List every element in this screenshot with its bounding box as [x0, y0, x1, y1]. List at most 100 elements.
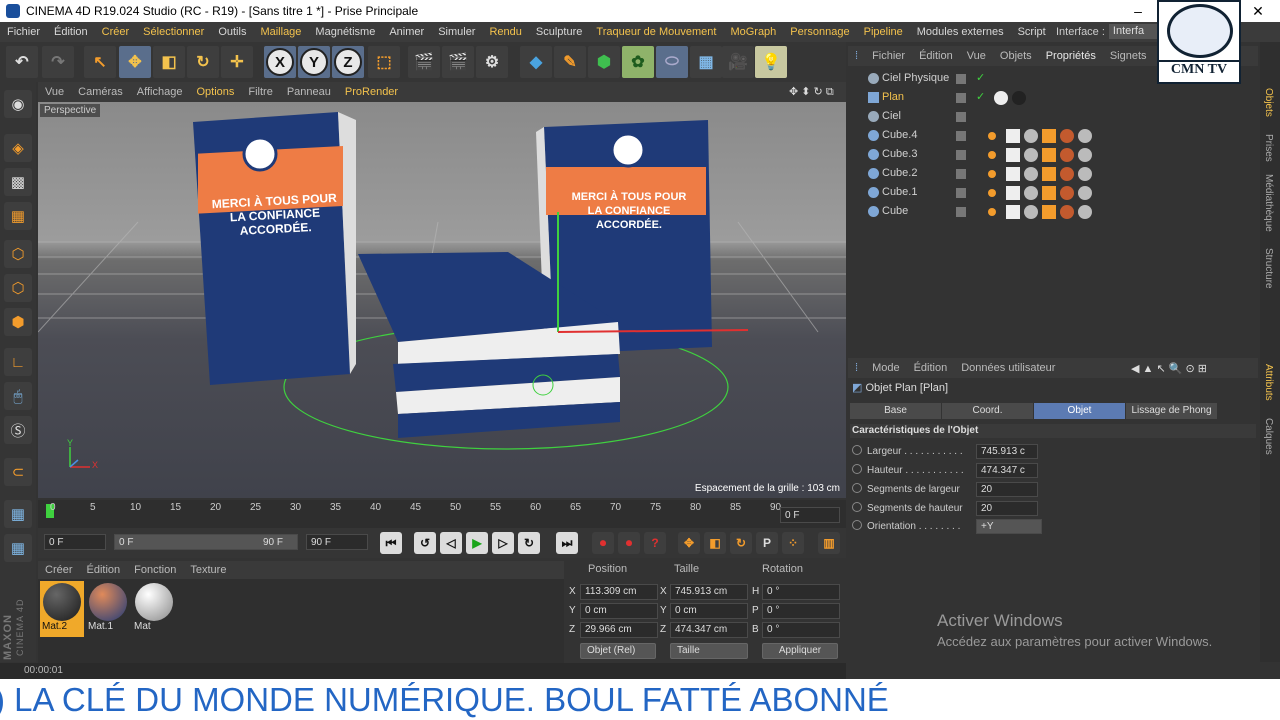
material-item[interactable]: Mat	[132, 581, 176, 637]
snap-icon[interactable]: Ⓢ	[4, 416, 32, 444]
cube-icon[interactable]: ◆	[520, 46, 552, 78]
enabled-check-icon[interactable]: ✓	[976, 71, 985, 84]
viewport-menu-vue[interactable]: Vue	[38, 86, 71, 98]
material-tag-icon[interactable]	[1012, 91, 1026, 105]
enabled-check-icon[interactable]: ✓	[976, 90, 985, 103]
viewport-menu-cameras[interactable]: Caméras	[71, 86, 130, 98]
previous-frame-icon[interactable]: ◁	[440, 532, 462, 554]
rotation-h-field[interactable]: 0 °	[762, 584, 840, 600]
make-editable-icon[interactable]: ◉	[4, 90, 32, 118]
apply-button[interactable]: Appliquer	[762, 643, 838, 659]
minimize-button[interactable]: –	[1120, 0, 1156, 22]
grid-icon[interactable]: ▦	[4, 534, 32, 562]
material-menu-edition[interactable]: Édition	[80, 564, 128, 576]
edges-mode-icon[interactable]: ⬡	[4, 274, 32, 302]
animate-radio[interactable]	[852, 464, 862, 474]
size-x-field[interactable]: 745.913 cm	[670, 584, 748, 600]
model-mode-icon[interactable]: ◈	[4, 134, 32, 162]
points-mode-icon[interactable]: ⬡	[4, 240, 32, 268]
timeline-window-icon[interactable]: ▥	[818, 532, 840, 554]
tab-coord[interactable]: Coord.	[942, 403, 1034, 419]
render-settings-icon[interactable]: ⚙	[476, 46, 508, 78]
tag-icon[interactable]	[988, 132, 996, 140]
position-y-field[interactable]: 0 cm	[580, 603, 658, 619]
animate-radio[interactable]	[852, 483, 862, 493]
attribute-nav-icons[interactable]: ◀ ▲ ↖ 🔍 ⊙ ⊞	[1124, 362, 1214, 375]
material-tag-icon[interactable]	[1078, 205, 1092, 219]
magnet-icon[interactable]: ⊂	[4, 458, 32, 486]
material-tag-icon[interactable]	[1078, 186, 1092, 200]
start-frame-field[interactable]: 0 F	[44, 534, 106, 550]
uvw-tag-icon[interactable]	[1006, 167, 1020, 181]
objmenu-signets[interactable]: Signets	[1103, 50, 1154, 62]
visibility-toggle[interactable]	[956, 112, 966, 122]
play-icon[interactable]: ▶	[466, 532, 488, 554]
material-tag-icon[interactable]	[1078, 129, 1092, 143]
visibility-toggle[interactable]	[956, 188, 966, 198]
scale-tool-icon[interactable]: ◧	[153, 46, 185, 78]
move-tool-icon[interactable]: ✥	[119, 46, 151, 78]
side-tab-prises[interactable]: Prises	[1263, 134, 1274, 162]
phong-tag-icon[interactable]	[1042, 148, 1056, 162]
rotation-p-field[interactable]: 0 °	[762, 603, 840, 619]
side-tab-structure[interactable]: Structure	[1263, 248, 1274, 289]
viewport-menu-filtre[interactable]: Filtre	[241, 86, 279, 98]
attrmenu-edition[interactable]: Édition	[907, 362, 955, 374]
object-row[interactable]: Plan ✓	[852, 88, 1252, 107]
menu-magnetisme[interactable]: Magnétisme	[308, 26, 382, 38]
3d-viewport[interactable]: MERCI À TOUS POUR LA CONFIANCE ACCORDÉE. …	[38, 102, 846, 498]
visibility-toggle[interactable]	[956, 93, 966, 103]
viewport-menu-panneau[interactable]: Panneau	[280, 86, 338, 98]
material-tag-icon[interactable]	[1060, 148, 1074, 162]
rotate-tool-icon[interactable]: ↻	[187, 46, 219, 78]
material-tag-icon[interactable]	[1060, 205, 1074, 219]
keyframe-selection-icon[interactable]: ?	[644, 532, 666, 554]
rotation-b-field[interactable]: 0 °	[762, 622, 840, 638]
polygons-mode-icon[interactable]: ⬢	[4, 308, 32, 336]
transform-tool-icon[interactable]: ✛	[221, 46, 253, 78]
visibility-toggle[interactable]	[956, 150, 966, 160]
close-button[interactable]: ✕	[1240, 0, 1276, 22]
uvw-tag-icon[interactable]	[1006, 148, 1020, 162]
material-tag-icon[interactable]	[1024, 186, 1038, 200]
mograph-cloner-icon[interactable]: ✿	[622, 46, 654, 78]
key-position-icon[interactable]: ✥	[678, 532, 700, 554]
light-icon[interactable]: 💡	[755, 46, 787, 78]
x-axis-lock-button[interactable]: X	[266, 48, 294, 76]
attrmenu-mode[interactable]: Mode	[865, 362, 907, 374]
z-axis-lock-button[interactable]: Z	[334, 48, 362, 76]
objmenu-objets[interactable]: Objets	[993, 50, 1039, 62]
visibility-toggle[interactable]	[956, 74, 966, 84]
frame-range-slider[interactable]: 0 F 90 F	[114, 534, 298, 550]
viewport-menu-prorender[interactable]: ProRender	[338, 86, 405, 98]
workplane-lock-icon[interactable]: ▦	[4, 500, 32, 528]
menu-script[interactable]: Script	[1011, 26, 1053, 38]
material-tag-icon[interactable]	[1024, 129, 1038, 143]
material-tag-icon[interactable]	[1024, 205, 1038, 219]
object-row[interactable]: Cube.1	[852, 183, 1252, 202]
render-view-icon[interactable]: 🎬	[408, 46, 440, 78]
axis-mode-icon[interactable]: ∟	[4, 348, 32, 376]
position-x-field[interactable]: 113.309 cm	[580, 584, 658, 600]
menu-maillage[interactable]: Maillage	[253, 26, 308, 38]
menu-traqueur[interactable]: Traqueur de Mouvement	[589, 26, 723, 38]
menu-sculpture[interactable]: Sculpture	[529, 26, 589, 38]
material-menu-texture[interactable]: Texture	[183, 564, 233, 576]
end-frame-field[interactable]: 90 F	[306, 534, 368, 550]
phong-tag-icon[interactable]	[1042, 129, 1056, 143]
tweak-mode-icon[interactable]: 🖱	[4, 382, 32, 410]
size-z-field[interactable]: 474.347 cm	[670, 622, 748, 638]
key-pla-icon[interactable]: ⁘	[782, 532, 804, 554]
coordinate-mode-dropdown[interactable]: Objet (Rel)	[580, 643, 656, 659]
autokey-icon[interactable]: ⏺	[618, 532, 640, 554]
attrmenu-donnees-utilisateur[interactable]: Données utilisateur	[954, 362, 1062, 374]
next-key-icon[interactable]: ↻	[518, 532, 540, 554]
coordinate-system-icon[interactable]: ⬚	[368, 46, 400, 78]
menu-outils[interactable]: Outils	[211, 26, 253, 38]
orientation-dropdown[interactable]: +Y	[976, 519, 1042, 534]
material-tag-icon[interactable]	[1060, 129, 1074, 143]
object-row[interactable]: Cube.4	[852, 126, 1252, 145]
material-menu-creer[interactable]: Créer	[38, 564, 80, 576]
side-tab-attributs[interactable]: Attributs	[1263, 364, 1274, 401]
menu-edition[interactable]: Édition	[47, 26, 95, 38]
